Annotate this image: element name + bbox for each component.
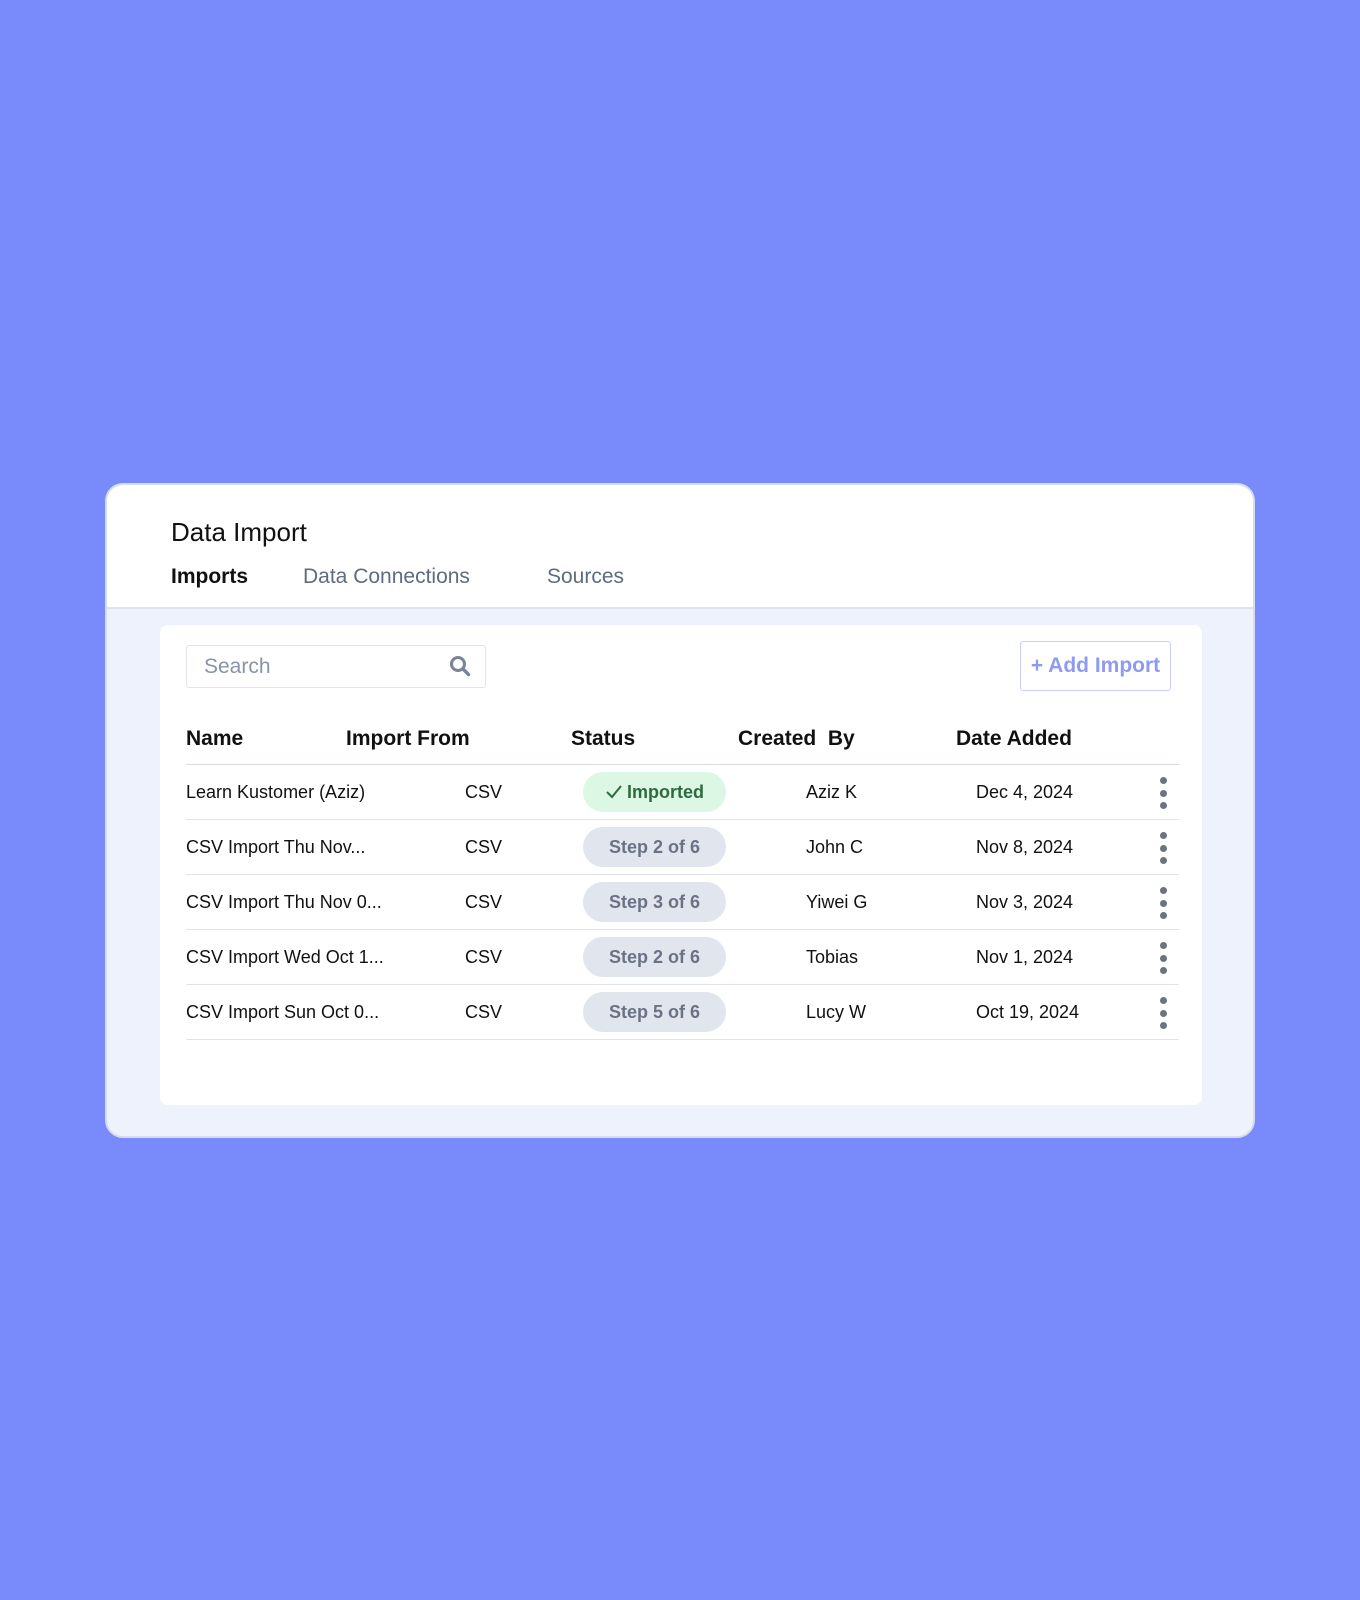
status-label: Step 2 of 6 <box>608 946 701 967</box>
status-badge: Imported <box>583 772 726 812</box>
row-created-by: Tobias <box>806 947 859 967</box>
page-title: Data Import <box>171 517 307 547</box>
column-header-status[interactable]: Status <box>571 727 635 751</box>
kebab-menu-icon[interactable] <box>1156 887 1170 919</box>
table-row[interactable]: CSV Import Wed Oct 1... CSV Step 2 of 6 … <box>186 930 1179 985</box>
row-date-added: Oct 19, 2024 <box>976 1002 1080 1022</box>
kebab-menu-icon[interactable] <box>1156 777 1170 809</box>
add-import-button[interactable]: + Add Import <box>1020 641 1171 691</box>
row-import-from: CSV <box>465 892 503 912</box>
row-created-by: Yiwei G <box>806 892 868 912</box>
status-label: Step 5 of 6 <box>608 1001 701 1022</box>
page-header: Data Import Imports Data Connections Sou… <box>107 485 1253 609</box>
row-date-added: Nov 1, 2024 <box>976 947 1074 967</box>
row-date-added: Nov 3, 2024 <box>976 892 1074 912</box>
row-import-from: CSV <box>465 1002 503 1022</box>
tab-data-connections[interactable]: Data Connections <box>303 565 470 589</box>
column-header-created-by[interactable]: Created By <box>738 727 855 751</box>
table-row[interactable]: CSV Import Thu Nov 0... CSV Step 3 of 6 … <box>186 875 1179 930</box>
column-header-import-from[interactable]: Import From <box>346 727 470 751</box>
row-created-by: Lucy W <box>806 1002 867 1022</box>
search-icon[interactable] <box>449 655 471 677</box>
column-header-name[interactable]: Name <box>186 727 243 751</box>
table-row[interactable]: CSV Import Thu Nov... CSV Step 2 of 6 Jo… <box>186 820 1179 875</box>
tab-imports[interactable]: Imports <box>171 565 248 589</box>
imports-table: Name Import From Status Created By Date … <box>186 721 1179 1040</box>
row-name[interactable]: CSV Import Wed Oct 1... <box>186 947 384 968</box>
row-import-from: CSV <box>465 947 503 967</box>
row-name[interactable]: Learn Kustomer (Aziz) <box>186 782 365 803</box>
row-import-from: CSV <box>465 782 503 802</box>
checkmark-icon <box>606 785 622 799</box>
tab-sources[interactable]: Sources <box>547 565 624 589</box>
status-label: Imported <box>626 781 704 802</box>
status-label: Step 3 of 6 <box>608 891 701 912</box>
status-badge: Step 5 of 6 <box>583 992 726 1032</box>
column-header-date-added[interactable]: Date Added <box>956 727 1072 751</box>
row-name[interactable]: CSV Import Thu Nov 0... <box>186 892 382 913</box>
row-import-from: CSV <box>465 837 503 857</box>
table-row[interactable]: CSV Import Sun Oct 0... CSV Step 5 of 6 … <box>186 985 1179 1040</box>
search-box <box>186 645 486 688</box>
row-name[interactable]: CSV Import Sun Oct 0... <box>186 1002 379 1023</box>
status-badge: Step 2 of 6 <box>583 827 726 867</box>
table-row[interactable]: Learn Kustomer (Aziz) CSV Imported Aziz … <box>186 765 1179 820</box>
row-date-added: Dec 4, 2024 <box>976 782 1074 802</box>
kebab-menu-icon[interactable] <box>1156 832 1170 864</box>
status-label: Step 2 of 6 <box>608 836 701 857</box>
status-badge: Step 2 of 6 <box>583 937 726 977</box>
imports-card: + Add Import Name Import From Status Cre… <box>160 625 1202 1105</box>
row-created-by: John C <box>806 837 864 857</box>
row-created-by: Aziz K <box>806 782 858 802</box>
kebab-menu-icon[interactable] <box>1156 942 1170 974</box>
data-import-window: Data Import Imports Data Connections Sou… <box>105 483 1255 1138</box>
row-date-added: Nov 8, 2024 <box>976 837 1074 857</box>
table-header: Name Import From Status Created By Date … <box>186 721 1179 765</box>
row-name[interactable]: CSV Import Thu Nov... <box>186 837 365 858</box>
status-badge: Step 3 of 6 <box>583 882 726 922</box>
search-input[interactable] <box>187 646 437 687</box>
kebab-menu-icon[interactable] <box>1156 997 1170 1029</box>
